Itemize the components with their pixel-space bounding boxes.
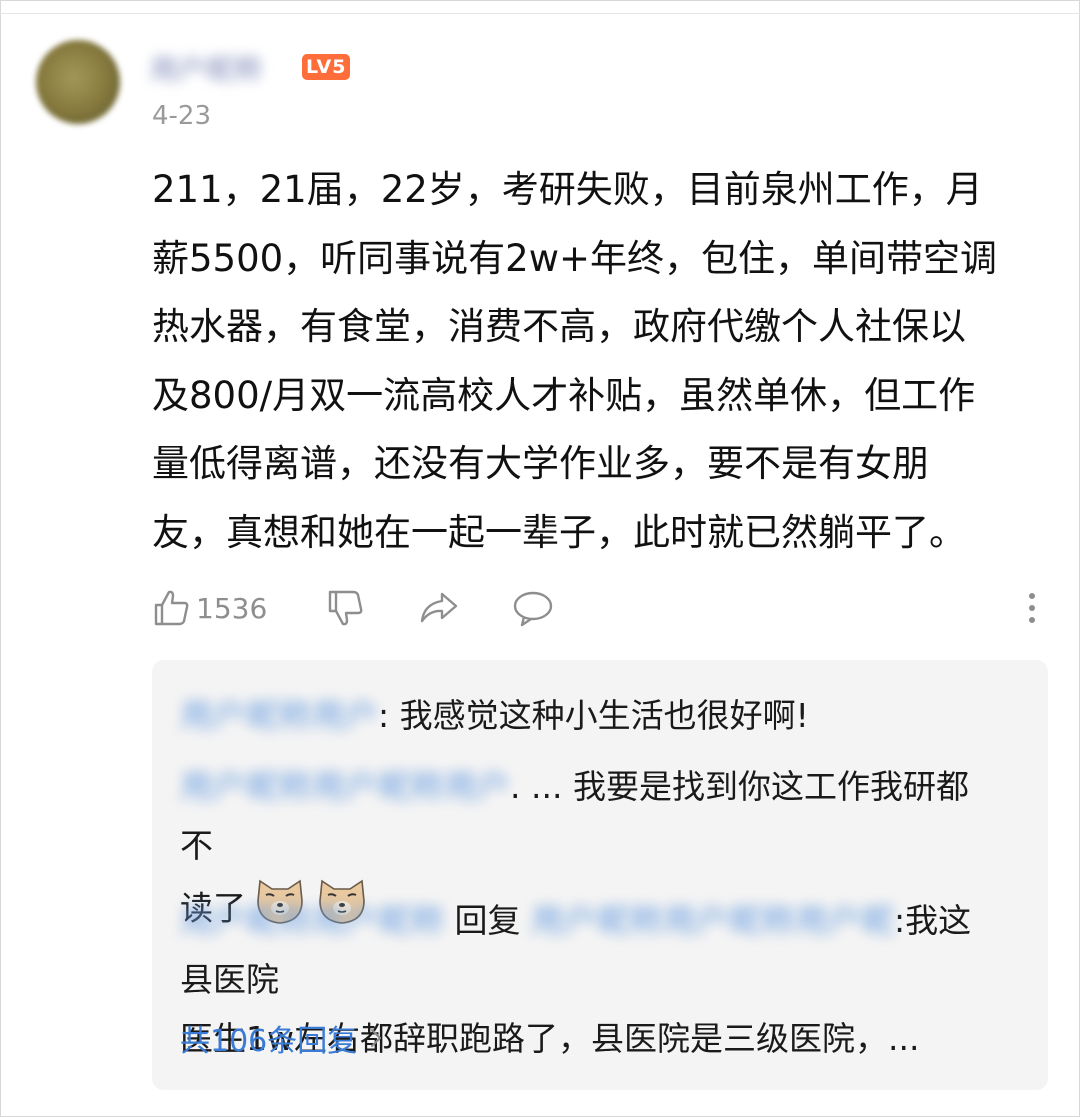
- view-all-replies-link[interactable]: 共106条回复: [180, 1016, 387, 1060]
- share-button[interactable]: [418, 588, 460, 628]
- thumbs-down-icon: [328, 590, 363, 626]
- like-button[interactable]: 1536: [152, 588, 267, 628]
- like-count: 1536: [196, 591, 268, 625]
- more-button[interactable]: [1022, 590, 1042, 630]
- level-badge: LV5: [302, 54, 351, 80]
- post-date: 4-23: [152, 101, 212, 131]
- reply-target[interactable]: 用户昵称用户昵称用户昵: [531, 891, 894, 950]
- reply-author[interactable]: 用户昵称用户: [180, 686, 378, 745]
- reply-button[interactable]: [512, 588, 554, 628]
- reply-text: : 我感觉这种小生活也很好啊!: [378, 696, 809, 735]
- share-icon: [420, 592, 458, 623]
- reply-item[interactable]: 用户昵称用户: 我感觉这种小生活也很好啊!: [180, 686, 1000, 745]
- username[interactable]: 用户昵称: [150, 48, 262, 86]
- reply-author[interactable]: 用户昵称用户昵称用户: [180, 757, 510, 816]
- chevron-right-icon: [371, 1028, 382, 1048]
- reply-author[interactable]: 用户昵称用户昵称: [180, 891, 444, 950]
- divider: [0, 13, 1080, 14]
- reply-panel: 用户昵称用户: 我感觉这种小生活也很好啊! 用户昵称用户昵称用户. ... 我要…: [152, 660, 1048, 1090]
- avatar[interactable]: [36, 40, 120, 124]
- comment-icon: [513, 591, 553, 627]
- dislike-button[interactable]: [326, 588, 366, 628]
- more-icon: [1029, 593, 1035, 623]
- thumbs-up-icon: [154, 590, 189, 626]
- reply-word: 回复: [454, 901, 521, 940]
- more-replies-label: 共106条回复: [180, 1024, 358, 1059]
- action-bar: 1536: [0, 580, 1080, 640]
- comment-text: 211，21届，22岁，考研失败，目前泉州工作，月 薪5500，听同事说有2w+…: [152, 168, 997, 554]
